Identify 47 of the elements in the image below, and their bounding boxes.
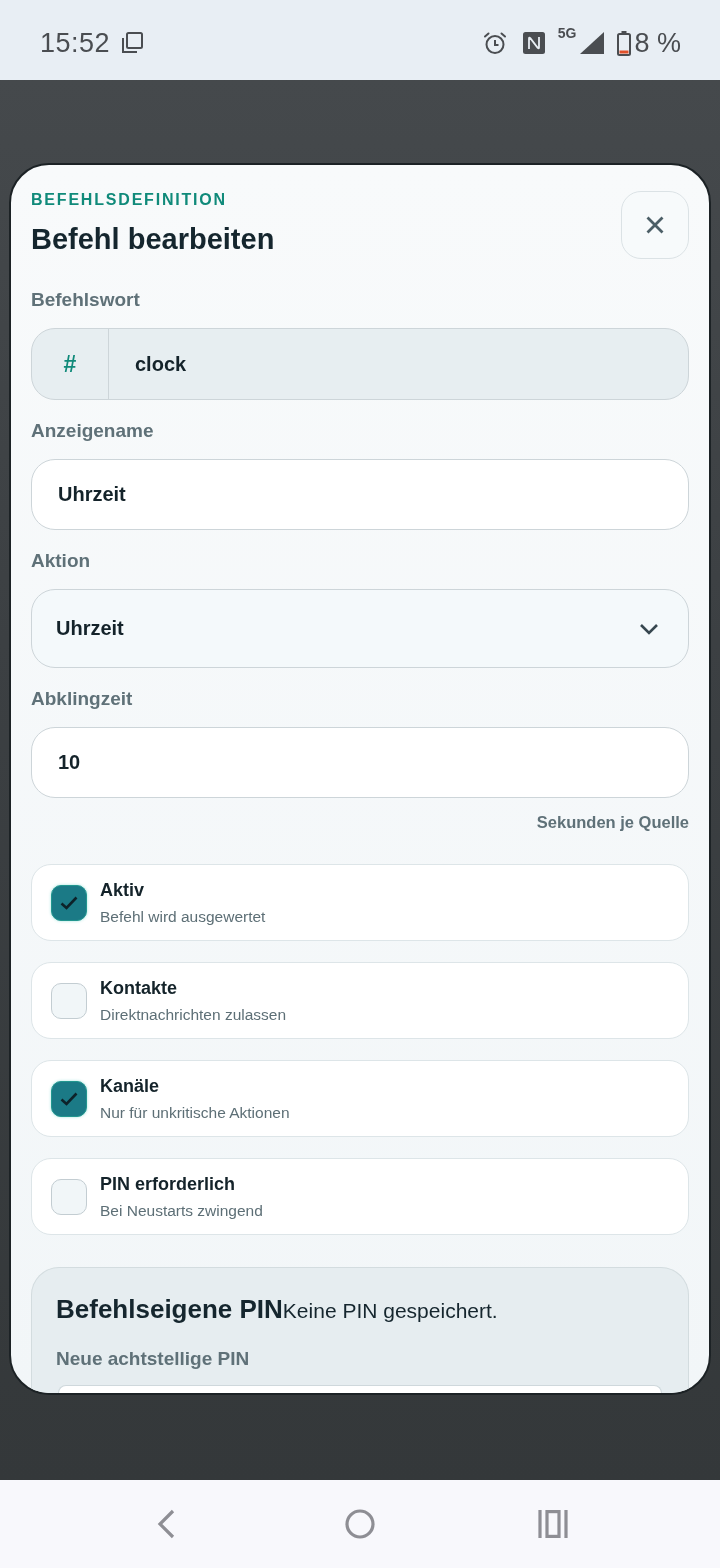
- hash-prefix: #: [32, 329, 109, 399]
- dialog-overline: BEFEHLSDEFINITION: [31, 190, 228, 210]
- close-button[interactable]: [621, 191, 689, 259]
- nfc-icon: [522, 32, 545, 54]
- field-label: Aktion: [31, 549, 92, 573]
- close-icon: [646, 216, 664, 234]
- battery-icon: [617, 30, 632, 56]
- signal-icon: [580, 32, 605, 54]
- field-label: Anzeigename: [31, 419, 155, 443]
- option-title: Aktiv: [100, 878, 145, 901]
- option-description: Nur für unkritische Aktionen: [100, 1102, 290, 1123]
- field-label: Befehlswort: [31, 288, 141, 312]
- checkbox[interactable]: [51, 1178, 87, 1215]
- option-card[interactable]: Kontakte Direktnachrichten zulassen: [31, 962, 689, 1039]
- chevron-down-icon: [639, 622, 659, 635]
- field-label: Neue achtstellige PIN: [56, 1347, 251, 1371]
- checkbox[interactable]: [51, 982, 87, 1019]
- battery-percent: 8 %: [634, 27, 681, 59]
- screenshot-icon: [121, 32, 144, 54]
- option-card[interactable]: PIN erforderlich Bei Neustarts zwingend: [31, 1158, 689, 1235]
- option-description: Direktnachrichten zulassen: [100, 1004, 287, 1025]
- option-title: Kontakte: [100, 976, 178, 999]
- pin-status: Keine PIN gespeichert.: [282, 1298, 498, 1324]
- section-title: Befehlseigene PIN: [56, 1293, 283, 1325]
- back-icon[interactable]: [155, 1509, 177, 1539]
- field-hint: Sekunden je Quelle: [535, 812, 689, 832]
- field-label: Abklingzeit: [31, 687, 134, 711]
- option-title: PIN erforderlich: [100, 1172, 237, 1195]
- input-field[interactable]: Uhrzeit: [31, 459, 689, 530]
- input-field[interactable]: 10: [31, 727, 689, 798]
- home-icon[interactable]: [345, 1509, 375, 1539]
- network-type: 5G: [557, 25, 577, 41]
- recent-apps-icon[interactable]: [538, 1510, 568, 1538]
- option-card[interactable]: Kanäle Nur für unkritische Aktionen: [31, 1060, 689, 1137]
- option-description: Befehl wird ausgewertet: [100, 906, 266, 927]
- option-title: Kanäle: [100, 1074, 161, 1097]
- checkmark-icon: [60, 895, 78, 910]
- clock-time: 15:52: [40, 27, 111, 59]
- option-description: Bei Neustarts zwingend: [100, 1200, 263, 1221]
- checkmark-icon: [60, 1091, 78, 1106]
- option-card[interactable]: Aktiv Befehl wird ausgewertet: [31, 864, 689, 941]
- dialog-title: Befehl bearbeiten: [31, 222, 275, 257]
- alarm-clock-icon: [482, 31, 507, 55]
- pin-input-field[interactable]: [58, 1385, 662, 1393]
- dropdown-field[interactable]: Uhrzeit: [31, 589, 689, 668]
- checkbox[interactable]: [51, 1080, 87, 1117]
- checkbox[interactable]: [51, 884, 87, 921]
